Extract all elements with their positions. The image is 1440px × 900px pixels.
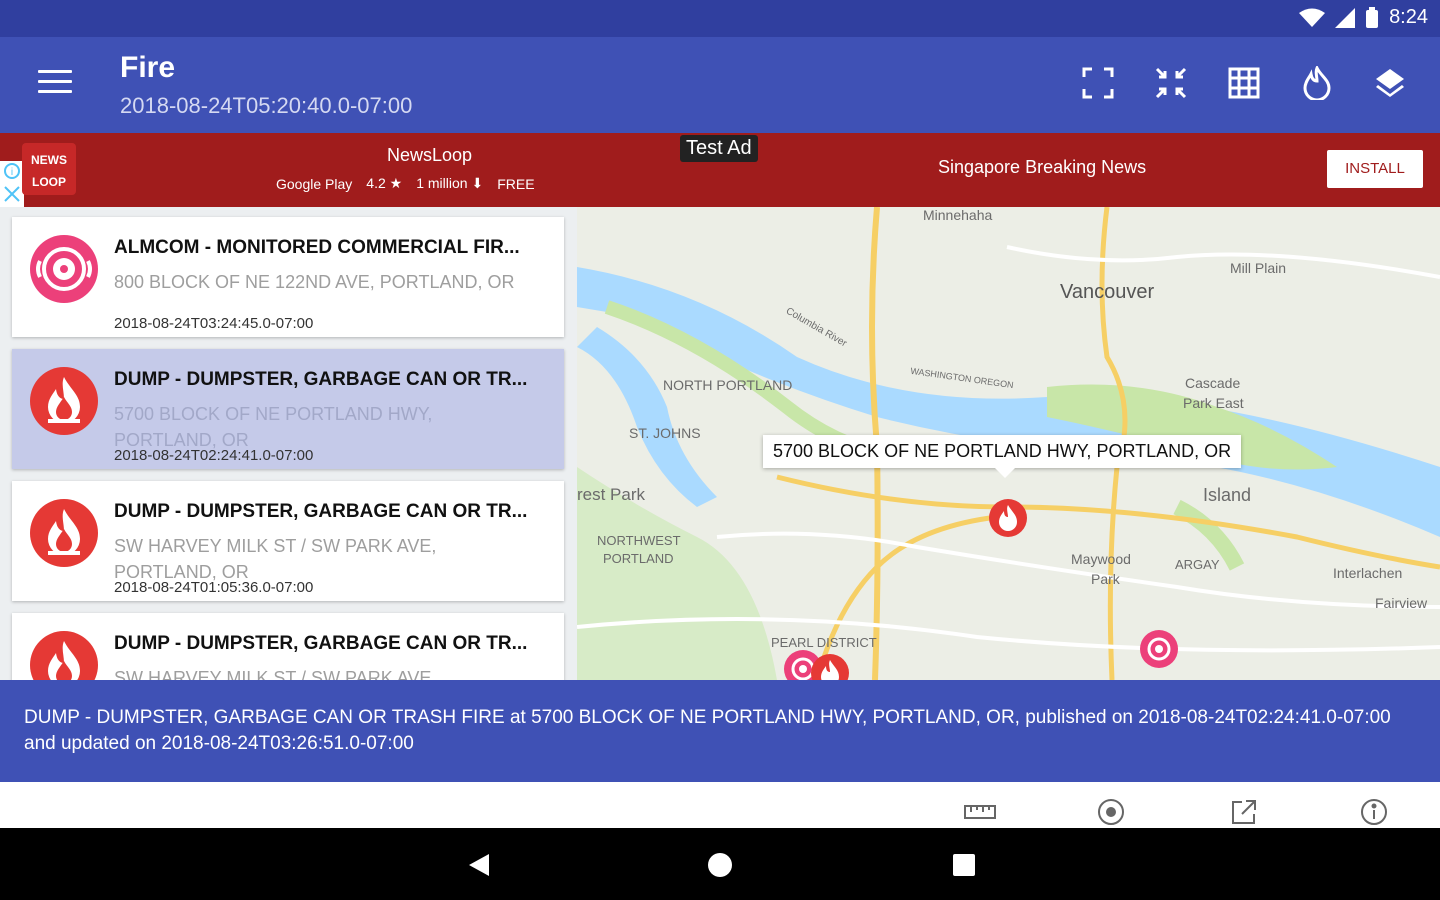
incident-list[interactable]: ALMCOM - MONITORED COMMERCIAL FIR... 800… — [0, 207, 577, 680]
map-label-cascade: Cascade — [1185, 375, 1241, 391]
back-icon[interactable] — [462, 848, 496, 882]
fire-icon — [30, 631, 98, 680]
info-icon[interactable] — [1358, 796, 1390, 828]
status-bar: 8:24 — [0, 0, 1440, 37]
test-ad-label: Test Ad — [680, 135, 758, 162]
ad-price: FREE — [497, 175, 535, 192]
fire-icon — [30, 367, 98, 435]
incident-time: 2018-08-24T01:05:36.0-07:00 — [114, 579, 314, 596]
ad-downloads: 1 million ⬇ — [416, 175, 484, 191]
layers-icon[interactable] — [1370, 63, 1410, 103]
incident-address: 5700 BLOCK OF NE PORTLAND HWY, PORTLAND,… — [114, 404, 433, 450]
incident-title: ALMCOM - MONITORED COMMERCIAL FIR... — [114, 237, 520, 258]
battery-icon — [1366, 6, 1379, 28]
grid-icon[interactable] — [1224, 63, 1264, 103]
list-item[interactable]: ALMCOM - MONITORED COMMERCIAL FIR... 800… — [12, 217, 564, 337]
signal-icon — [1335, 7, 1356, 28]
ad-store: Google Play — [276, 175, 353, 192]
fire-filter-icon[interactable] — [1297, 63, 1337, 103]
open-external-icon[interactable] — [1228, 796, 1260, 828]
map-marker-fire[interactable] — [989, 499, 1027, 537]
star-icon: ★ — [389, 175, 403, 191]
incident-title: DUMP - DUMPSTER, GARBAGE CAN OR TR... — [114, 501, 528, 522]
list-item[interactable]: DUMP - DUMPSTER, GARBAGE CAN OR TR... SW… — [12, 613, 564, 680]
map-label-minnehaha: Minnehaha — [923, 207, 993, 223]
ad-install-button[interactable]: INSTALL — [1327, 150, 1423, 188]
ad-app-name: NewsLoop — [387, 145, 473, 165]
hamburger-menu-icon[interactable] — [38, 70, 72, 98]
home-icon[interactable] — [703, 848, 737, 882]
map-label-north-portland: NORTH PORTLAND — [663, 377, 793, 393]
incident-title: DUMP - DUMPSTER, GARBAGE CAN OR TR... — [114, 369, 528, 390]
incident-address: SW HARVEY MILK ST / SW PARK AVE, PORTLAN… — [114, 536, 437, 582]
map-label-fairview: Fairview — [1375, 595, 1428, 611]
map-marker-fire[interactable] — [811, 654, 849, 680]
recents-icon[interactable] — [947, 848, 981, 882]
fullscreen-icon[interactable] — [1078, 63, 1118, 103]
map-view[interactable]: Minnehaha Vancouver Mill Plain NORTH POR… — [577, 207, 1440, 680]
fire-icon — [30, 499, 98, 567]
wifi-icon — [1299, 8, 1326, 27]
map-label-park-east: Park East — [1183, 395, 1244, 411]
map-marker-callout[interactable]: 5700 BLOCK OF NE PORTLAND HWY, PORTLAND,… — [763, 435, 1242, 478]
map-label-interlachen: Interlachen — [1333, 565, 1403, 581]
incident-detail-banner: DUMP - DUMPSTER, GARBAGE CAN OR TRASH FI… — [0, 680, 1440, 782]
page-subtitle-timestamp: 2018-08-24T05:20:40.0-07:00 — [120, 93, 413, 118]
incident-address: SW HARVEY MILK ST / SW PARK AVE, — [114, 668, 437, 680]
ruler-icon[interactable] — [964, 796, 996, 828]
app-bar: Fire 2018-08-24T05:20:40.0-07:00 — [0, 37, 1440, 133]
system-nav-bar — [0, 828, 1440, 900]
clock-time: 8:24 — [1389, 6, 1428, 28]
ad-logo-line2: LOOP — [31, 175, 66, 189]
map-label-st-johns: ST. JOHNS — [629, 425, 701, 441]
map-marker-alarm[interactable] — [1140, 630, 1178, 668]
alarm-icon — [30, 235, 98, 303]
ad-meta: Google Play 4.2 ★ 1 million ⬇ FREE — [276, 175, 535, 192]
ad-rating: 4.2 ★ — [366, 175, 403, 191]
incident-time: 2018-08-24T03:24:45.0-07:00 — [114, 315, 314, 332]
map-label-argay: ARGAY — [1175, 557, 1220, 572]
map-label-portland: PORTLAND — [603, 551, 674, 566]
incident-title: DUMP - DUMPSTER, GARBAGE CAN OR TR... — [114, 633, 528, 654]
my-location-icon[interactable] — [1095, 796, 1127, 828]
map-label-maywood: Maywood — [1071, 551, 1131, 567]
map-label-pearl-district: PEARL DISTRICT — [771, 635, 877, 650]
list-item[interactable]: DUMP - DUMPSTER, GARBAGE CAN OR TR... SW… — [12, 481, 564, 601]
map-label-vancouver: Vancouver — [1060, 281, 1155, 303]
fit-bounds-icon[interactable] — [1151, 63, 1191, 103]
map-label-forest-park: rest Park — [577, 485, 646, 504]
ad-headline: Singapore Breaking News — [938, 157, 1147, 177]
bottom-action-bar — [0, 782, 1440, 828]
list-item[interactable]: DUMP - DUMPSTER, GARBAGE CAN OR TR... 57… — [12, 349, 564, 469]
incident-address: 800 BLOCK OF NE 122ND AVE, PORTLAND, OR — [114, 272, 515, 292]
svg-text:i: i — [11, 167, 13, 178]
ad-logo-line1: NEWS — [31, 153, 67, 167]
page-title: Fire — [120, 51, 176, 84]
map-label-park: Park — [1091, 571, 1120, 587]
map-label-mill-plain: Mill Plain — [1230, 260, 1287, 276]
map-label-northwest: NORTHWEST — [597, 533, 681, 548]
ad-banner[interactable]: i NEWS LOOP NewsLoop Google Play 4.2 ★ 1… — [0, 133, 1440, 207]
ad-choices-icon[interactable]: i — [0, 161, 24, 207]
ad-app-logo[interactable]: NEWS LOOP — [22, 143, 76, 195]
map-label-island: Island — [1203, 485, 1252, 505]
incident-time: 2018-08-24T02:24:41.0-07:00 — [114, 447, 314, 464]
download-icon: ⬇ — [471, 175, 484, 191]
